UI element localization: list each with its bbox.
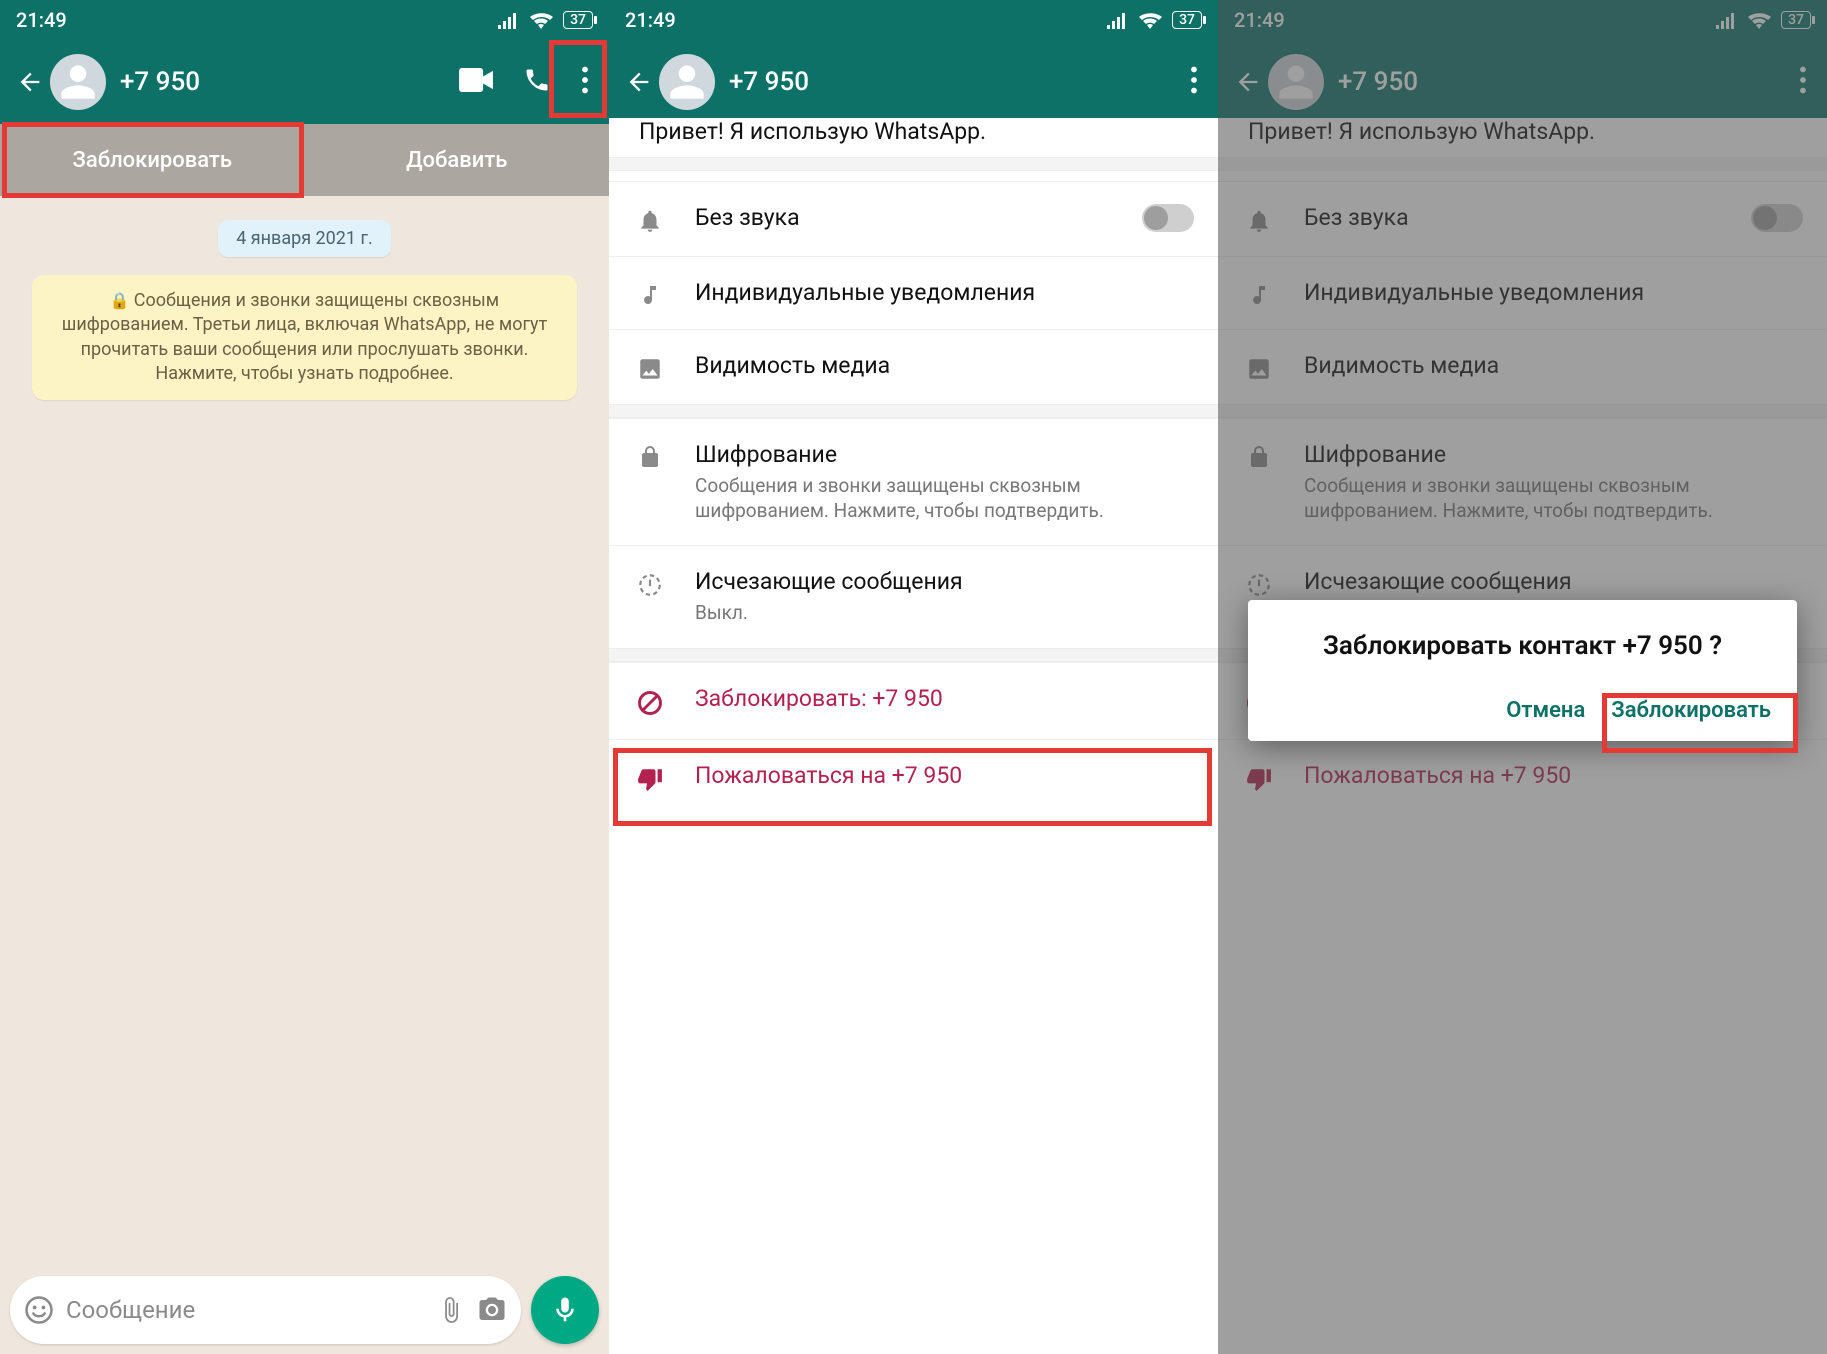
panel-chat: 21:49 37 +7 950 xyxy=(0,0,609,1354)
signal-icon xyxy=(1106,11,1128,29)
wifi-icon xyxy=(529,11,553,29)
camera-icon[interactable] xyxy=(477,1295,507,1325)
about-text: Привет! Я использую WhatsApp. xyxy=(609,118,1218,157)
emoji-icon[interactable] xyxy=(24,1295,54,1325)
avatar[interactable] xyxy=(659,54,715,110)
timer-icon xyxy=(633,568,667,598)
thumbs-down-icon xyxy=(633,762,667,792)
status-icons: 37 xyxy=(497,11,593,29)
media-visibility-label: Видимость медиа xyxy=(695,352,1194,379)
block-button[interactable]: Заблокировать xyxy=(0,124,305,196)
disappearing-sub: Выкл. xyxy=(695,601,1194,626)
battery-icon: 37 xyxy=(1172,11,1202,29)
lock-icon xyxy=(633,441,667,469)
mute-switch[interactable] xyxy=(1142,204,1194,232)
chat-body: 4 января 2021 г. 🔒Сообщения и звонки защ… xyxy=(0,196,609,418)
lock-icon: 🔒 xyxy=(110,291,130,310)
custom-notifications-item[interactable]: Индивидуальные уведомления xyxy=(609,256,1218,329)
voice-call-button[interactable] xyxy=(523,66,551,98)
date-chip: 4 января 2021 г. xyxy=(218,220,391,257)
disappearing-label: Исчезающие сообщения xyxy=(695,568,1194,595)
attach-icon[interactable] xyxy=(437,1296,465,1324)
panel-block-dialog: 21:49 37 +7 950 Привет! Я использую What… xyxy=(1218,0,1827,1354)
dialog-title: Заблокировать контакт +7 950 ? xyxy=(1274,630,1771,664)
avatar[interactable] xyxy=(50,54,106,110)
status-icons: 37 xyxy=(1106,11,1202,29)
app-bar: +7 950 xyxy=(609,40,1218,124)
block-contact-label: Заблокировать: +7 950 xyxy=(695,685,1194,712)
contact-info-body: Привет! Я использую WhatsApp. Без звука … xyxy=(609,118,1218,814)
music-note-icon xyxy=(633,279,667,307)
message-input[interactable]: Сообщение xyxy=(10,1276,521,1344)
mic-button[interactable] xyxy=(531,1276,599,1344)
block-confirm-dialog: Заблокировать контакт +7 950 ? Отмена За… xyxy=(1248,600,1797,741)
battery-icon: 37 xyxy=(563,11,593,29)
status-time: 21:49 xyxy=(625,8,676,32)
disappearing-item[interactable]: Исчезающие сообщения Выкл. xyxy=(609,545,1218,648)
more-menu-button[interactable] xyxy=(581,66,589,98)
mute-label: Без звука xyxy=(695,204,1114,231)
contact-title[interactable]: +7 950 xyxy=(729,67,1190,97)
status-bar: 21:49 37 xyxy=(0,0,609,40)
message-placeholder: Сообщение xyxy=(66,1296,425,1324)
more-menu-button[interactable] xyxy=(1190,66,1198,98)
video-call-button[interactable] xyxy=(459,68,493,96)
block-icon xyxy=(633,685,667,717)
panel-contact-info: 21:49 37 +7 950 Привет! Я использую What… xyxy=(609,0,1218,1354)
encryption-notice[interactable]: 🔒Сообщения и звонки защищены сквозным ши… xyxy=(32,275,577,400)
encryption-sub: Сообщения и звонки защищены сквозным шиф… xyxy=(695,474,1194,523)
wifi-icon xyxy=(1138,11,1162,29)
app-bar: +7 950 xyxy=(0,40,609,124)
image-icon xyxy=(633,352,667,382)
report-contact-item[interactable]: Пожаловаться на +7 950 xyxy=(609,739,1218,814)
contact-title[interactable]: +7 950 xyxy=(120,67,459,97)
add-button[interactable]: Добавить xyxy=(305,124,610,196)
encryption-item[interactable]: Шифрование Сообщения и звонки защищены с… xyxy=(609,418,1218,545)
report-contact-label: Пожаловаться на +7 950 xyxy=(695,762,1194,789)
back-button[interactable] xyxy=(619,68,659,96)
custom-notif-label: Индивидуальные уведомления xyxy=(695,279,1194,306)
mute-item[interactable]: Без звука xyxy=(609,181,1218,256)
status-time: 21:49 xyxy=(16,8,67,32)
bell-icon xyxy=(633,204,667,234)
block-contact-item[interactable]: Заблокировать: +7 950 xyxy=(609,662,1218,739)
block-add-bar: Заблокировать Добавить xyxy=(0,124,609,196)
dialog-confirm-button[interactable]: Заблокировать xyxy=(1611,698,1771,723)
message-input-row: Сообщение xyxy=(10,1276,599,1344)
encryption-label: Шифрование xyxy=(695,441,1194,468)
back-button[interactable] xyxy=(10,68,50,96)
media-visibility-item[interactable]: Видимость медиа xyxy=(609,329,1218,404)
signal-icon xyxy=(497,11,519,29)
dialog-cancel-button[interactable]: Отмена xyxy=(1506,698,1585,723)
status-bar: 21:49 37 xyxy=(609,0,1218,40)
